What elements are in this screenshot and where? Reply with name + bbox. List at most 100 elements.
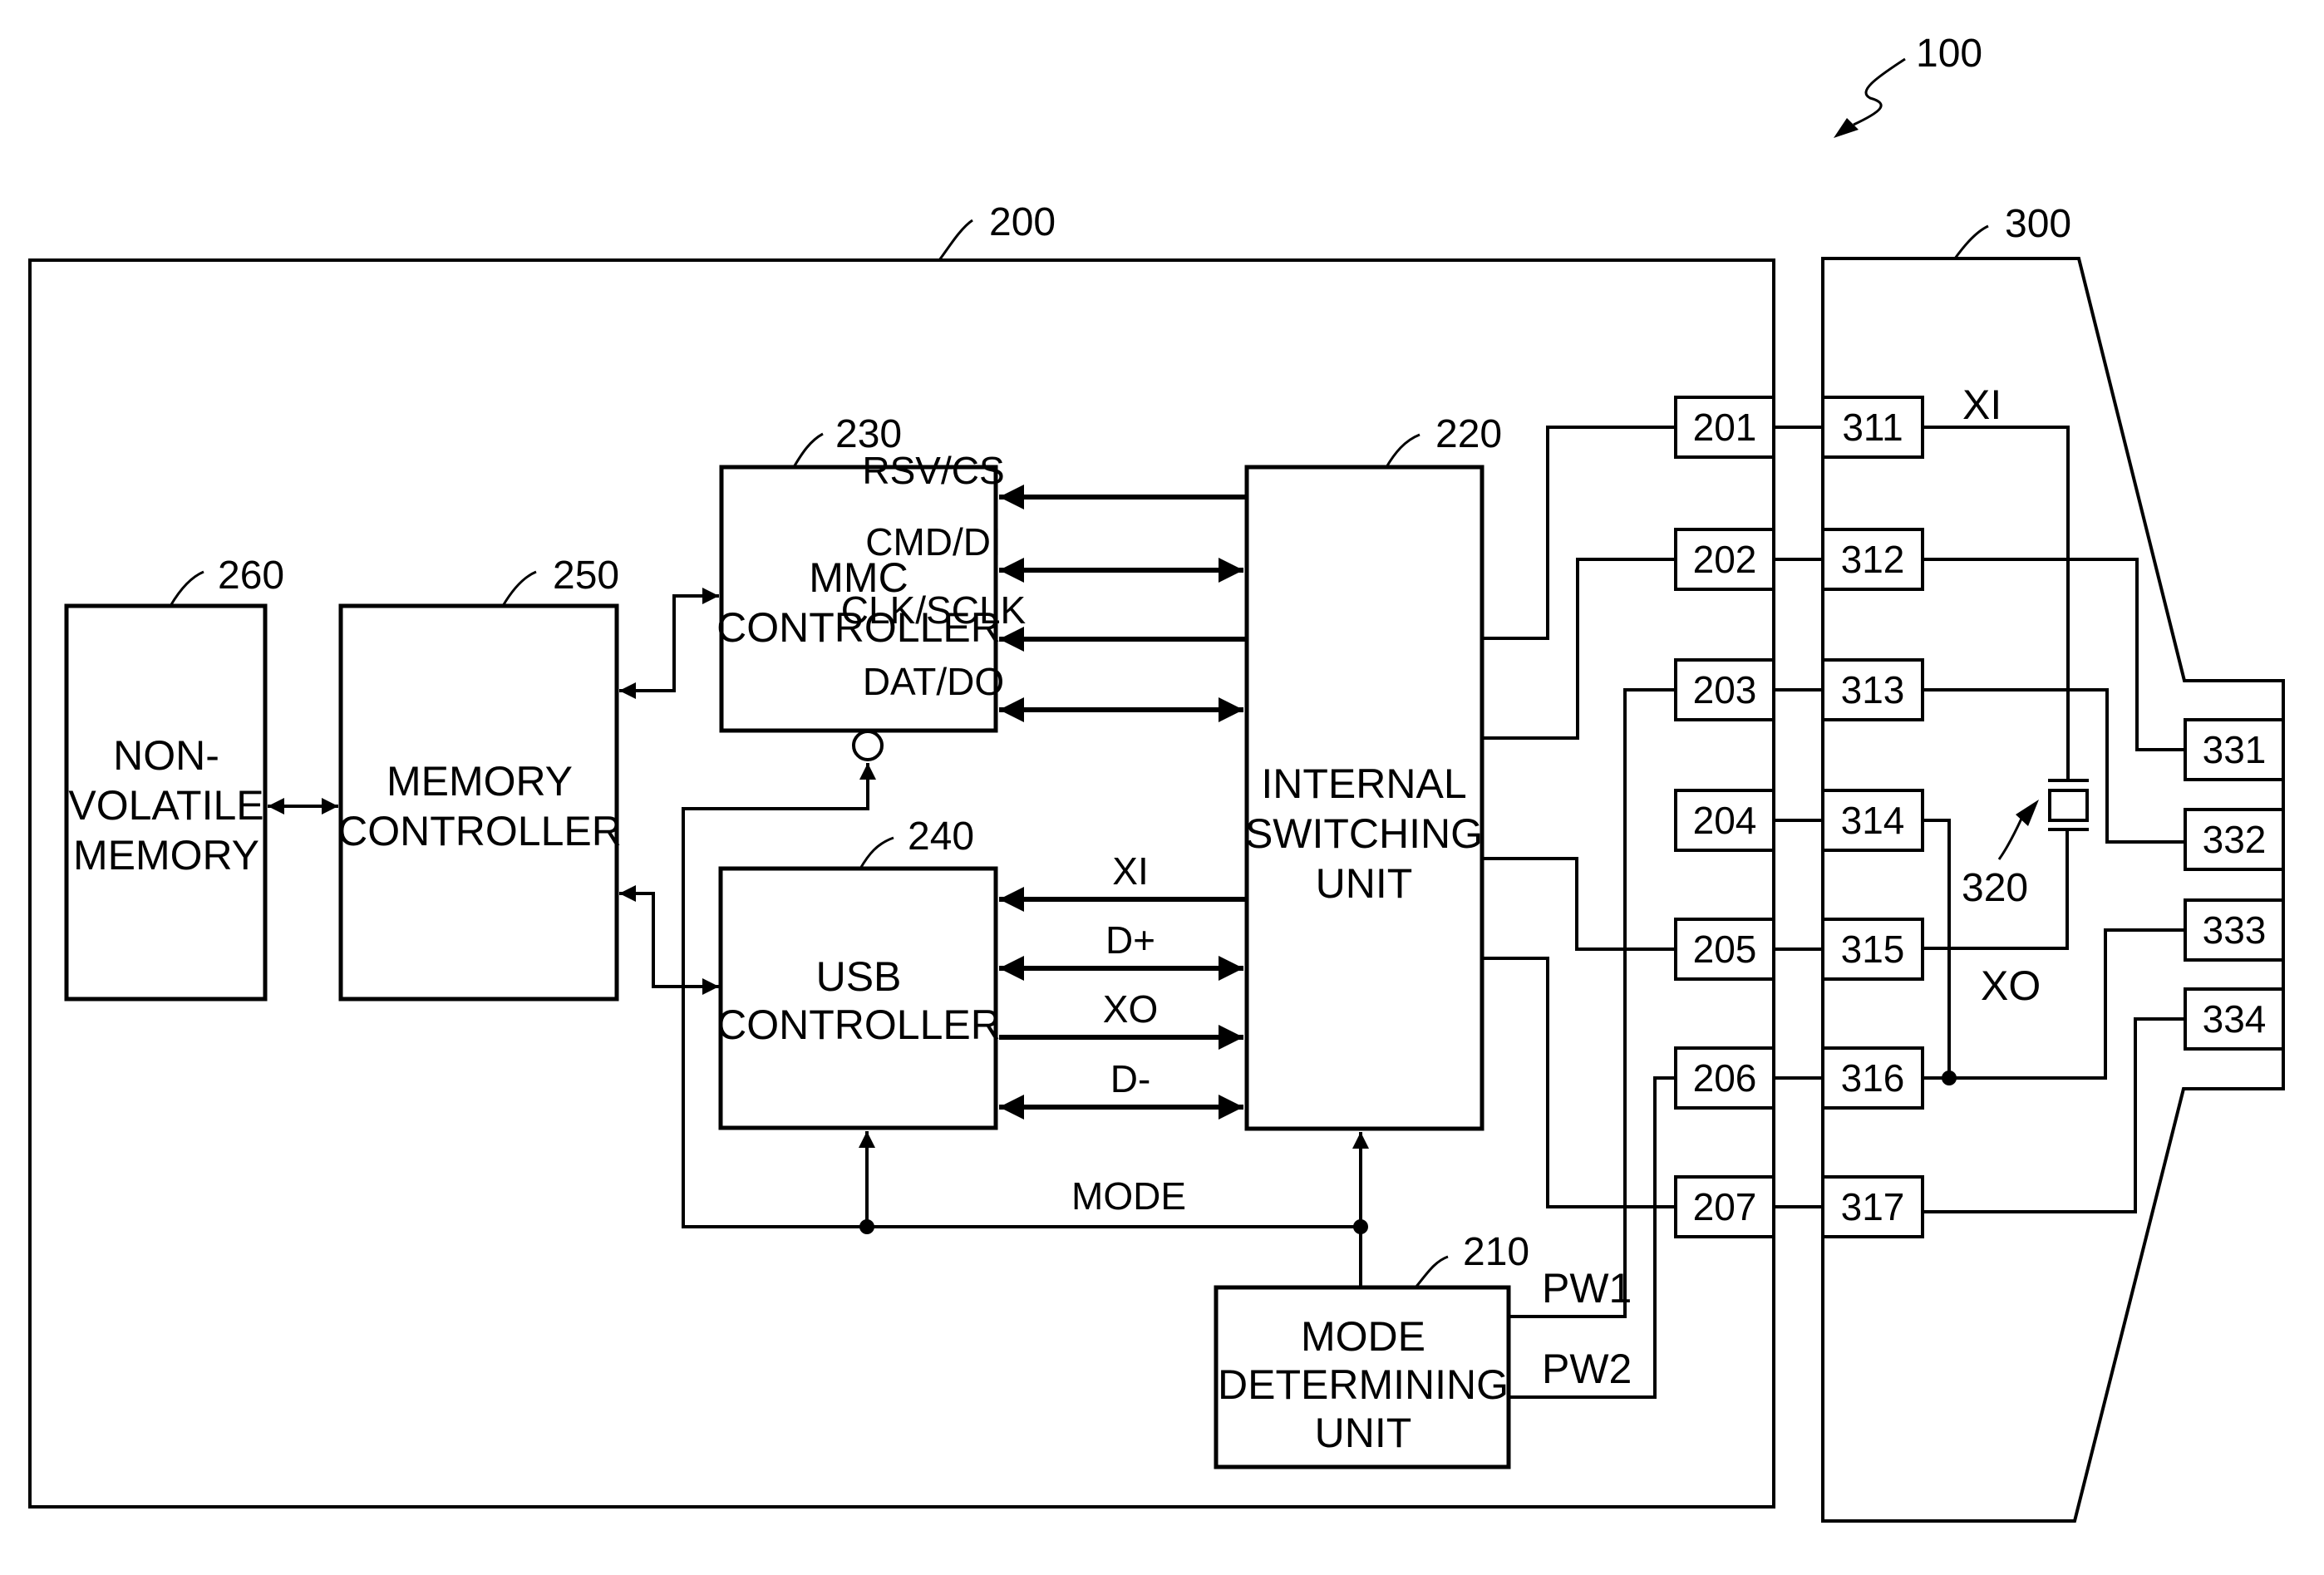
contact-pin-332-label: 332 bbox=[2203, 818, 2267, 861]
card-pin-207-label: 207 bbox=[1693, 1185, 1757, 1228]
memory-controller-line-2: CONTROLLER bbox=[337, 808, 622, 854]
isu-to-205 bbox=[1482, 857, 1676, 951]
signal-clk-sclk-label: CLK/SCLK bbox=[841, 588, 1027, 632]
internal-switching-unit-ref-leader bbox=[1385, 433, 1420, 468]
mode-determining-unit-line-3: UNIT bbox=[1315, 1410, 1412, 1456]
contact-pin-333[interactable]: 333 bbox=[2184, 898, 2285, 962]
system-ref-arrow-icon bbox=[1834, 118, 1859, 138]
mode-junction-usb bbox=[859, 1219, 874, 1234]
card-pin-206[interactable]: 206 bbox=[1674, 1046, 1775, 1110]
internal-switching-unit-ref: 220 bbox=[1435, 412, 1502, 456]
memory-controller-line-1: MEMORY bbox=[387, 758, 573, 805]
internal-switching-unit-line-2: SWITCHING bbox=[1245, 810, 1483, 857]
connector-pin-311[interactable]: 311 bbox=[1821, 396, 1924, 459]
pw1-label: PW1 bbox=[1542, 1265, 1632, 1312]
usb-controller-line-1: USB bbox=[816, 953, 902, 1000]
connector-pin-316[interactable]: 316 bbox=[1821, 1046, 1924, 1110]
mode-determining-unit-ref-leader bbox=[1414, 1255, 1449, 1288]
memory-controller-ref-leader bbox=[501, 570, 537, 607]
card-pin-202-label: 202 bbox=[1693, 538, 1757, 581]
connector-pin-317-label: 317 bbox=[1841, 1185, 1905, 1228]
signal-cmd-di-label: CMD/DI bbox=[865, 520, 1002, 564]
contact-pin-334[interactable]: 334 bbox=[2184, 987, 2285, 1051]
card-pin-204[interactable]: 204 bbox=[1674, 789, 1775, 852]
contact-pin-331[interactable]: 331 bbox=[2184, 718, 2285, 781]
power-lines: PW1 PW2 bbox=[1509, 688, 1676, 1399]
card-pin-207[interactable]: 207 bbox=[1674, 1175, 1775, 1238]
nonvolatile-memory-line-2: VOLATILE bbox=[68, 782, 263, 829]
connector-ref-leader bbox=[1953, 224, 1989, 259]
card-pin-202[interactable]: 202 bbox=[1674, 528, 1775, 591]
usb-mmc-block-diagram: 100 200 300 NON- VOLATILE MEMORY 260 MEM… bbox=[28, 32, 2285, 1523]
connector-pin-315[interactable]: 315 bbox=[1821, 918, 1924, 981]
internal-switching-unit-line-1: INTERNAL bbox=[1261, 760, 1466, 807]
signal-dminus-label: D- bbox=[1110, 1057, 1151, 1100]
system-ref-squiggle bbox=[1853, 57, 1906, 126]
xo-label: XO bbox=[1981, 962, 2041, 1009]
card-pin-201[interactable]: 201 bbox=[1674, 396, 1775, 459]
nonvolatile-memory-line-3: MEMORY bbox=[73, 832, 259, 879]
pw2-label: PW2 bbox=[1542, 1346, 1632, 1392]
mode-determining-unit-line-2: DETERMINING bbox=[1218, 1361, 1509, 1408]
memory-controller-block[interactable]: MEMORY CONTROLLER 250 bbox=[337, 554, 622, 1002]
isu-to-207 bbox=[1482, 957, 1676, 1208]
usb-controller-block[interactable]: USB CONTROLLER 240 bbox=[716, 815, 1001, 1130]
card-200: 200 bbox=[28, 200, 1775, 1509]
connector-pin-312-label: 312 bbox=[1841, 538, 1905, 581]
signal-dplus-label: D+ bbox=[1105, 918, 1155, 962]
pw1-line bbox=[1509, 688, 1676, 1318]
signal-xo-label: XO bbox=[1103, 987, 1158, 1031]
connector-pin-311-label: 311 bbox=[1842, 406, 1903, 449]
card-pin-204-label: 204 bbox=[1693, 799, 1757, 842]
mode-junction-isu bbox=[1353, 1219, 1368, 1234]
isu-to-202 bbox=[1482, 558, 1676, 740]
connector-pin-313-label: 313 bbox=[1841, 668, 1905, 711]
contact-pin-334-label: 334 bbox=[2203, 997, 2267, 1041]
connector-ref-label: 300 bbox=[2005, 202, 2071, 246]
contact-pin-331-label: 331 bbox=[2203, 728, 2267, 771]
connector-pin-313[interactable]: 313 bbox=[1821, 658, 1924, 721]
connector-pin-314-label: 314 bbox=[1841, 799, 1905, 842]
connector-pin-317[interactable]: 317 bbox=[1821, 1175, 1924, 1238]
nonvolatile-memory-ref: 260 bbox=[218, 554, 284, 598]
connector-outer-pins: 331 332 333 334 bbox=[2184, 718, 2285, 1051]
crystal-icon bbox=[2048, 789, 2089, 822]
signal-xi-label: XI bbox=[1112, 849, 1148, 893]
internal-switching-unit-block[interactable]: INTERNAL SWITCHING UNIT 220 bbox=[1244, 412, 1502, 1131]
contact-pin-333-label: 333 bbox=[2203, 908, 2267, 952]
mode-determining-unit-ref: 210 bbox=[1463, 1230, 1529, 1274]
card-pin-206-label: 206 bbox=[1693, 1056, 1757, 1100]
contact-pin-332[interactable]: 332 bbox=[2184, 808, 2285, 871]
system-reference: 100 bbox=[1834, 32, 1982, 138]
mmc-controller-ref-leader bbox=[792, 432, 824, 468]
usb-controller-line-2: CONTROLLER bbox=[716, 1002, 1001, 1048]
usb-signal-bus: XI D+ XO D- bbox=[999, 849, 1247, 1120]
connector-pin-314[interactable]: 314 bbox=[1821, 789, 1924, 852]
internal-switching-unit-line-3: UNIT bbox=[1316, 860, 1413, 907]
wire-316-333 bbox=[1923, 928, 2185, 1080]
memctrl-usb-link bbox=[619, 885, 719, 995]
usb-controller-ref: 240 bbox=[908, 815, 974, 859]
connector-pin-316-label: 316 bbox=[1841, 1056, 1905, 1100]
nonvolatile-memory-line-1: NON- bbox=[113, 732, 219, 779]
card-pin-205-label: 205 bbox=[1693, 928, 1757, 971]
card-pins: 201 202 203 204 205 206 207 bbox=[1674, 396, 1823, 1238]
wire-317-334 bbox=[1923, 1017, 2185, 1213]
card-ref-leader bbox=[938, 219, 973, 261]
card-pin-203-label: 203 bbox=[1693, 668, 1757, 711]
crystal-ref-leader bbox=[1997, 818, 2023, 860]
card-pin-203[interactable]: 203 bbox=[1674, 658, 1775, 721]
xi-label: XI bbox=[1962, 381, 2001, 428]
mode-label: MODE bbox=[1071, 1174, 1186, 1218]
connector-pin-315-label: 315 bbox=[1841, 928, 1905, 971]
mode-determining-unit-block[interactable]: MODE DETERMINING UNIT 210 bbox=[1214, 1230, 1529, 1469]
memctrl-mmc-link bbox=[619, 588, 719, 699]
usb-controller-ref-leader bbox=[859, 836, 894, 869]
memory-controller-ref: 250 bbox=[553, 554, 619, 598]
crystal-oscillator-320: 320 bbox=[1962, 779, 2089, 910]
nonvolatile-memory-block[interactable]: NON- VOLATILE MEMORY 260 bbox=[64, 554, 284, 1002]
card-pin-201-label: 201 bbox=[1693, 406, 1757, 449]
connector-pin-312[interactable]: 312 bbox=[1821, 528, 1924, 591]
mmc-enable-inverter-icon bbox=[852, 730, 884, 761]
card-pin-205[interactable]: 205 bbox=[1674, 918, 1775, 981]
